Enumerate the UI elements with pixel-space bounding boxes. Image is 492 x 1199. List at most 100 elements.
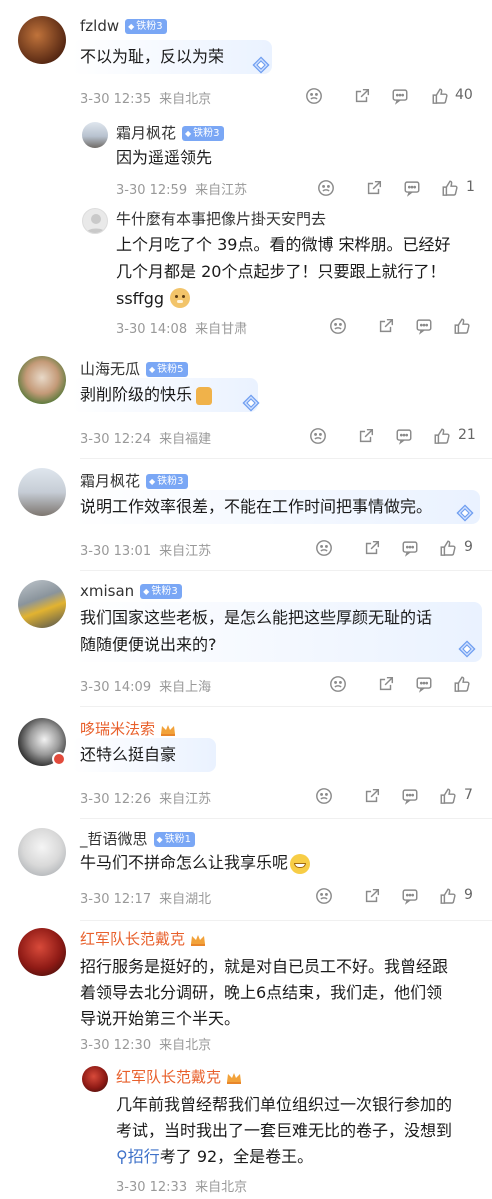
emoji-icon[interactable] [308,426,328,446]
timestamp: 3-30 14:08 [116,322,188,337]
comment-meta: 3-30 14:09 来自上海 [80,676,211,695]
location: 来自湖北 [159,892,212,907]
emoji-icon[interactable] [328,674,348,694]
username[interactable]: 红军队长范戴克 [116,1066,242,1087]
avatar[interactable] [82,122,108,148]
share-icon[interactable] [376,674,396,694]
share-icon[interactable] [376,316,396,336]
emoji-icon[interactable] [316,178,336,198]
fan-badge: 铁粉3 [146,474,188,489]
avatar[interactable] [18,828,66,876]
like-icon[interactable] [430,86,450,106]
username[interactable]: 霜月枫花铁粉3 [116,122,224,143]
avatar[interactable] [82,208,108,234]
comment-icon[interactable] [414,316,434,336]
comment-meta: 3-30 12:17 来自湖北 [80,888,211,907]
username-text[interactable]: 霜月枫花 [116,124,176,142]
emoji-icon[interactable] [314,786,334,806]
doge-emoji-icon [170,288,190,308]
avatar[interactable] [18,468,66,516]
comment-icon[interactable] [400,538,420,558]
username[interactable]: 哆瑞米法索 [80,718,176,739]
avatar[interactable] [18,580,66,628]
username[interactable]: 霜月枫花铁粉3 [80,470,188,491]
comment-icon[interactable] [390,86,410,106]
share-icon[interactable] [362,886,382,906]
comment-meta: 3-30 13:01 来自江苏 [80,540,211,559]
like-count: 7 [464,787,473,803]
share-icon[interactable] [352,86,372,106]
username-text[interactable]: 红军队长范戴克 [80,930,185,948]
diamond-icon [242,394,260,412]
username-text[interactable]: 山海无瓜 [80,360,140,378]
reply-item: 牛什麼有本事把像片掛天安門去 上个月吃了个 39点。看的微博 宋桦朋。已经好 几… [0,200,492,346]
timestamp: 3-30 12:24 [80,432,152,447]
comment-item: 红军队长范戴克 招行服务是挺好的，就是对自已员工不好。我曾经跟 着领导去北分调研… [0,920,492,1060]
location: 来自江苏 [195,183,248,198]
comment-text-line: 导说开始第三个半天。 [80,1009,241,1028]
timestamp: 3-30 14:09 [80,680,152,695]
comment-meta: 3-30 12:59 来自江苏 [116,179,247,198]
username[interactable]: xmisan 铁粉3 [80,582,182,600]
comment-text: ssffgg [116,289,165,308]
comment-item: fzldw 铁粉3 不以为耻，反以为荣 3-30 12:35 来自北京 40 [0,0,492,122]
username-text[interactable]: xmisan [80,582,134,600]
avatar[interactable] [82,1066,108,1092]
comment-meta: 3-30 12:26 来自江苏 [80,788,211,807]
comment-text-line: 我们国家这些老板，是怎么能把这些厚颜无耻的话 [80,608,433,627]
comment-meta: 3-30 14:08 来自甘肃 [116,318,247,337]
share-icon[interactable] [356,426,376,446]
comment-text-value: 剥削阶级的快乐 [80,385,193,404]
username-text[interactable]: 霜月枫花 [80,472,140,490]
username[interactable]: 山海无瓜铁粉5 [80,358,188,379]
like-icon[interactable] [440,178,460,198]
comment-text-value: 牛马们不拼命怎么让我享乐呢 [80,853,289,872]
username-text[interactable]: _哲语微思 [80,830,148,848]
avatar[interactable] [18,928,66,976]
timestamp: 3-30 12:17 [80,892,152,907]
share-icon[interactable] [362,786,382,806]
username-text[interactable]: 红军队长范戴克 [116,1068,221,1086]
timestamp: 3-30 12:30 [80,1038,152,1053]
like-icon[interactable] [432,426,452,446]
username[interactable]: fzldw 铁粉3 [80,17,167,35]
fan-badge: 铁粉5 [146,362,188,377]
comment-text: 牛马们不拼命怎么让我享乐呢 [80,848,311,878]
comment-icon[interactable] [400,886,420,906]
comment-text: 因为遥遥领先 [116,148,213,167]
comment-text-line: 几个月都是 20个点起步了！只要跟上就行了！ [116,262,446,281]
comment-text: 还特么挺自豪 [80,745,177,764]
like-icon[interactable] [438,786,458,806]
username-text[interactable]: fzldw [80,17,119,35]
location: 来自北京 [195,1180,248,1195]
like-icon[interactable] [438,538,458,558]
diamond-icon [458,640,476,658]
comment-item: xmisan 铁粉3 我们国家这些老板，是怎么能把这些厚颜无耻的话 随随便便说出来… [0,570,492,706]
location: 来自福建 [159,432,212,447]
username[interactable]: _哲语微思铁粉1 [80,828,196,849]
comment-icon[interactable] [414,674,434,694]
username[interactable]: 牛什麼有本事把像片掛天安門去 [116,208,326,229]
emoji-icon[interactable] [328,316,348,336]
comment-icon[interactable] [400,786,420,806]
comment-text-line: 上个月吃了个 39点。看的微博 宋桦朋。已经好 [116,235,451,254]
emoji-icon[interactable] [304,86,324,106]
share-icon[interactable] [364,178,384,198]
username[interactable]: 红军队长范戴克 [80,928,206,949]
like-icon[interactable] [452,674,472,694]
timestamp: 3-30 13:01 [80,544,152,559]
like-icon[interactable] [438,886,458,906]
emoji-icon[interactable] [314,538,334,558]
comment-icon[interactable] [394,426,414,446]
location: 来自江苏 [159,792,212,807]
emoji-icon[interactable] [314,886,334,906]
search-link[interactable]: 招行 [128,1147,160,1166]
verified-badge-icon [52,752,66,766]
comment-icon[interactable] [402,178,422,198]
like-icon[interactable] [452,316,472,336]
username-text[interactable]: 哆瑞米法索 [80,720,155,738]
avatar[interactable] [18,356,66,404]
share-icon[interactable] [362,538,382,558]
timestamp: 3-30 12:59 [116,183,188,198]
avatar[interactable] [18,16,66,64]
